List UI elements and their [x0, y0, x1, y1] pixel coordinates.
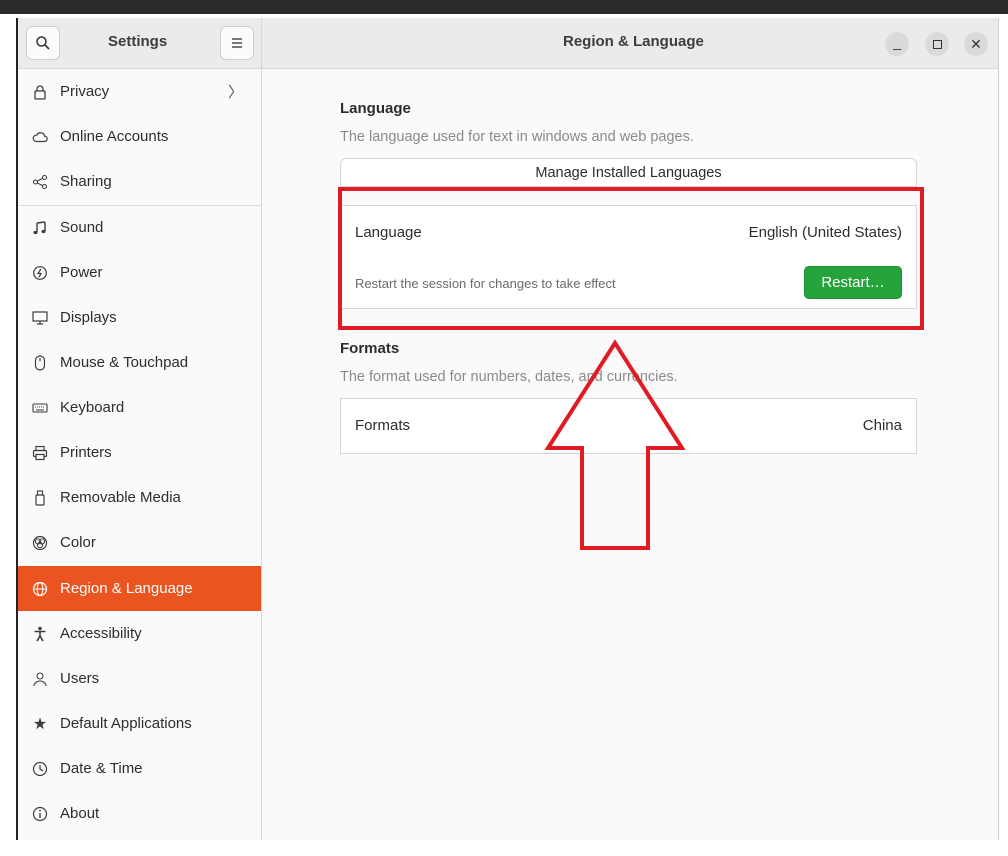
sidebar-item-online-accounts[interactable]: Online Accounts [18, 114, 261, 159]
star-icon: ★ [32, 715, 48, 733]
maximize-button[interactable] [925, 32, 949, 56]
sidebar-item-displays[interactable]: Displays [18, 295, 261, 340]
menu-button[interactable] [220, 26, 254, 60]
settings-window: Settings Region & Language _ ✕ Privacy 〉… [16, 18, 999, 840]
formats-section-title: Formats [340, 340, 400, 357]
clock-icon [32, 761, 48, 777]
sidebar: Privacy 〉 Online Accounts Sharing Sound … [18, 69, 262, 840]
sidebar-item-label: Mouse & Touchpad [60, 354, 189, 371]
maximize-icon [932, 39, 942, 49]
sidebar-item-label: Printers [60, 444, 112, 461]
sidebar-item-privacy[interactable]: Privacy 〉 [18, 69, 261, 114]
sidebar-item-keyboard[interactable]: Keyboard [18, 385, 261, 430]
usb-icon [32, 489, 48, 506]
color-icon [32, 535, 48, 551]
panel-title: Region & Language [563, 33, 704, 50]
minimize-button[interactable]: _ [885, 32, 909, 56]
power-icon [32, 265, 48, 281]
sidebar-item-label: Accessibility [60, 625, 142, 642]
share-icon [32, 174, 48, 190]
desktop-bottom-edge [0, 840, 1008, 856]
hamburger-menu-icon [232, 38, 242, 48]
sidebar-item-users[interactable]: Users [18, 656, 261, 701]
globe-icon [32, 581, 48, 597]
manage-installed-languages-button[interactable]: Manage Installed Languages [340, 158, 917, 187]
sidebar-item-label: Displays [60, 309, 117, 326]
music-note-icon [32, 220, 48, 236]
annotation-up-arrow [544, 339, 686, 550]
sidebar-item-mouse-touchpad[interactable]: Mouse & Touchpad [18, 340, 261, 385]
manage-installed-languages-label: Manage Installed Languages [535, 164, 722, 181]
sidebar-item-date-time[interactable]: Date & Time [18, 746, 261, 791]
close-button[interactable]: ✕ [964, 32, 988, 56]
sidebar-item-label: Default Applications [60, 715, 192, 732]
formats-row-label: Formats [355, 417, 411, 434]
sidebar-item-about[interactable]: About [18, 791, 261, 836]
search-icon [36, 36, 50, 50]
sidebar-item-label: Date & Time [60, 760, 143, 777]
info-icon [32, 806, 48, 822]
keyboard-icon [32, 400, 48, 416]
sidebar-item-color[interactable]: Color [18, 520, 261, 565]
sidebar-item-label: Privacy [60, 83, 110, 100]
sidebar-item-printers[interactable]: Printers [18, 430, 261, 475]
sidebar-item-removable-media[interactable]: Removable Media [18, 475, 261, 520]
annotation-highlight-box [338, 187, 924, 330]
language-section-description: The language used for text in windows an… [340, 129, 694, 145]
sidebar-header: Settings [18, 18, 262, 68]
sidebar-item-label: Power [60, 264, 103, 281]
lock-icon [32, 84, 48, 100]
desktop-top-bar [0, 0, 1008, 14]
printer-icon [32, 445, 48, 461]
display-icon [32, 310, 48, 326]
sidebar-item-label: Removable Media [60, 489, 181, 506]
users-icon [32, 671, 48, 687]
sidebar-item-label: Region & Language [60, 580, 193, 597]
mouse-icon [32, 354, 48, 371]
sidebar-item-label: Keyboard [60, 399, 125, 416]
close-icon: ✕ [970, 35, 982, 52]
sidebar-item-label: About [60, 805, 100, 822]
sidebar-item-label: Sharing [60, 173, 112, 190]
chevron-right-icon: 〉 [227, 84, 243, 101]
sidebar-item-power[interactable]: Power [18, 250, 261, 295]
language-section-title: Language [340, 100, 411, 117]
sidebar-item-default-applications[interactable]: ★ Default Applications [18, 701, 261, 746]
sidebar-item-label: Color [60, 534, 96, 551]
sidebar-item-sound[interactable]: Sound [18, 205, 261, 250]
sidebar-item-label: Users [60, 670, 100, 687]
sidebar-item-sharing[interactable]: Sharing [18, 159, 261, 204]
header-bar: Settings Region & Language _ ✕ [18, 18, 998, 69]
sidebar-item-label: Sound [60, 219, 104, 236]
sidebar-item-region-language[interactable]: Region & Language [18, 566, 261, 611]
cloud-icon [32, 129, 48, 145]
sidebar-item-accessibility[interactable]: Accessibility [18, 611, 261, 656]
search-button[interactable] [26, 26, 60, 60]
accessibility-icon [32, 626, 48, 642]
minimize-icon: _ [893, 34, 901, 50]
sidebar-item-label: Online Accounts [60, 128, 169, 145]
formats-row-value: China [862, 417, 902, 434]
sidebar-title: Settings [108, 33, 168, 50]
